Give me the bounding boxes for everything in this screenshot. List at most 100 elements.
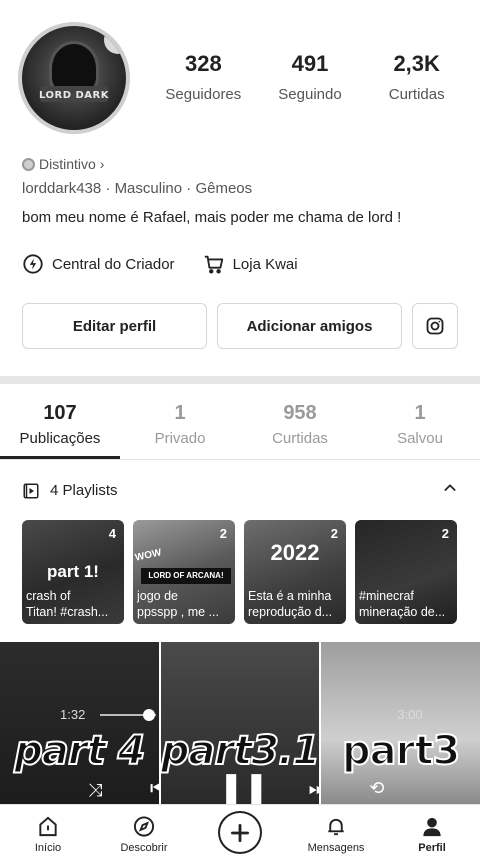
stat-value: 2,3K: [393, 51, 440, 76]
kwai-shop-link[interactable]: Loja Kwai: [203, 253, 298, 275]
video-grid: 1:32 part 4 ⤨ ⏮ part3.1 ❚❚ ⏭ 3:00 part3 …: [0, 642, 480, 804]
cart-icon: [204, 255, 223, 274]
home-icon: [39, 816, 57, 837]
pause-icon: ❚❚: [218, 771, 269, 804]
avatar-splash: [104, 26, 126, 54]
gender: Masculino: [114, 180, 183, 197]
playlists-header[interactable]: 4 Playlists: [22, 480, 458, 501]
playlist-caption: Esta é a minha reprodução d...: [248, 588, 342, 620]
instagram-icon: [426, 317, 444, 335]
playlist-card[interactable]: 4 part 1! crash of Titan! #crash...: [22, 520, 124, 624]
video-title-overlay: part3.1: [160, 727, 320, 775]
nav-create[interactable]: [192, 805, 288, 854]
caption-line: Esta é a minha: [248, 589, 332, 603]
creator-center-link[interactable]: Central do Criador: [22, 253, 175, 275]
playlist-caption: #minecraf mineração de...: [359, 588, 453, 620]
caption-line: jogo de: [137, 589, 179, 603]
nav-home[interactable]: Início: [0, 805, 96, 854]
bottom-navigation: Início Descobrir Mensagens Perfil: [0, 804, 480, 854]
tab-publications[interactable]: 107 Publicações: [0, 400, 120, 447]
avatar-helmet: [52, 44, 96, 92]
nav-label: Início: [34, 842, 62, 854]
section-divider: [0, 376, 480, 384]
playlist-caption: crash of Titan! #crash...: [26, 588, 120, 620]
playlist-card[interactable]: 2 WOW LORD OF ARCANA! jogo de ppsspp , m…: [133, 520, 235, 624]
person-icon: [423, 817, 441, 837]
profile-stats: 328 Seguidores 491 Seguindo 2,3K Curtida…: [150, 50, 470, 103]
stat-value: 491: [291, 51, 329, 76]
playlist-overlay-text: 2022: [270, 540, 320, 565]
profile-actions: Editar perfil Adicionar amigos: [22, 303, 458, 349]
stat-label: Seguindo: [278, 86, 342, 103]
badge-link[interactable]: Distintivo ›: [22, 156, 104, 172]
nav-label: Perfil: [418, 842, 446, 854]
tab-private[interactable]: 1 Privado: [120, 400, 240, 447]
tab-likes[interactable]: 958 Curtidas: [240, 400, 360, 447]
plus-icon: [218, 811, 262, 854]
tab-saved[interactable]: 1 Salvou: [360, 400, 480, 447]
stat-followers[interactable]: 328 Seguidores: [150, 50, 257, 103]
video-title-overlay: part 4: [13, 727, 146, 775]
playlist-icon: [23, 483, 39, 498]
tab-count: 1: [174, 402, 186, 424]
playlists-count-label: 4 Playlists: [50, 482, 118, 499]
playlist-overlay-text: part 1!: [47, 562, 99, 581]
nav-label: Mensagens: [307, 842, 365, 854]
playlist-video-count: 2: [219, 526, 227, 541]
stat-label: Curtidas: [388, 86, 445, 103]
nav-profile[interactable]: Perfil: [384, 805, 480, 854]
content-tabs: 107 Publicações 1 Privado 958 Curtidas 1…: [0, 400, 480, 447]
playlist-video-count: 4: [108, 526, 116, 541]
video-progress-knob: [143, 709, 155, 721]
bell-icon: [328, 818, 344, 836]
badge-label: Distintivo: [39, 156, 96, 172]
chevron-right-icon: ›: [99, 156, 105, 172]
tab-label: Curtidas: [272, 430, 328, 447]
bio: bom meu nome é Rafael, mais poder me cha…: [22, 209, 402, 226]
nav-discover[interactable]: Descobrir: [96, 805, 192, 854]
skip-previous-icon: ⏮: [150, 778, 159, 801]
avatar-logo-text: LORD DARK: [39, 90, 109, 101]
badge-icon: [22, 157, 35, 171]
video-thumbnail[interactable]: 3:00 part3 ⟲: [321, 642, 480, 804]
playlists-title: 4 Playlists: [22, 482, 118, 500]
tab-label: Privado: [154, 430, 206, 447]
avatar[interactable]: LORD DARK: [18, 22, 130, 134]
edit-profile-button[interactable]: Editar perfil: [22, 303, 207, 349]
lightning-circle-icon: [23, 254, 43, 274]
caption-line: crash of: [26, 589, 71, 603]
stat-following[interactable]: 491 Seguindo: [257, 50, 364, 103]
playlist-list: 4 part 1! crash of Titan! #crash... 2 WO…: [22, 520, 457, 624]
tab-count: 107: [43, 402, 77, 424]
tab-label: Publicações: [19, 430, 101, 447]
caption-line: #minecraf: [359, 589, 414, 603]
profile-links: Central do Criador Loja Kwai: [22, 253, 298, 275]
stat-likes[interactable]: 2,3K Curtidas: [363, 50, 470, 103]
compass-icon: [133, 816, 155, 837]
instagram-button[interactable]: [412, 303, 458, 349]
username: lorddark438: [22, 180, 102, 197]
playlist-caption: jogo de ppsspp , me ...: [137, 588, 231, 620]
tab-count: 958: [283, 402, 317, 424]
video-title-overlay: part3: [341, 727, 461, 775]
playlist-card[interactable]: 2 2022 Esta é a minha reprodução d...: [244, 520, 346, 624]
caption-line: ppsspp , me ...: [137, 605, 219, 619]
skip-next-icon: ⏭: [308, 778, 320, 800]
caption-line: mineração de...: [359, 605, 446, 619]
tab-count: 1: [414, 402, 426, 424]
video-timestamp: 1:32: [60, 707, 86, 722]
playlist-video-count: 2: [441, 526, 449, 541]
collapse-chevron-up-icon[interactable]: [442, 480, 458, 501]
stat-label: Seguidores: [165, 86, 242, 103]
video-thumbnail[interactable]: 1:32 part 4 ⤨ ⏮: [0, 642, 159, 804]
playlist-overlay-text: LORD OF ARCANA!: [141, 568, 231, 584]
playlist-card[interactable]: 2 #minecraf mineração de...: [355, 520, 457, 624]
nav-label: Descobrir: [120, 842, 168, 854]
caption-line: Titan! #crash...: [26, 605, 109, 619]
nav-messages[interactable]: Mensagens: [288, 805, 384, 854]
playlist-wow-text: WOW: [134, 547, 163, 564]
add-friends-button[interactable]: Adicionar amigos: [217, 303, 402, 349]
video-thumbnail[interactable]: part3.1 ❚❚ ⏭: [160, 642, 320, 804]
profile-meta: lorddark438 · Masculino · Gêmeos: [22, 180, 252, 197]
repeat-icon: ⟲: [369, 778, 385, 798]
